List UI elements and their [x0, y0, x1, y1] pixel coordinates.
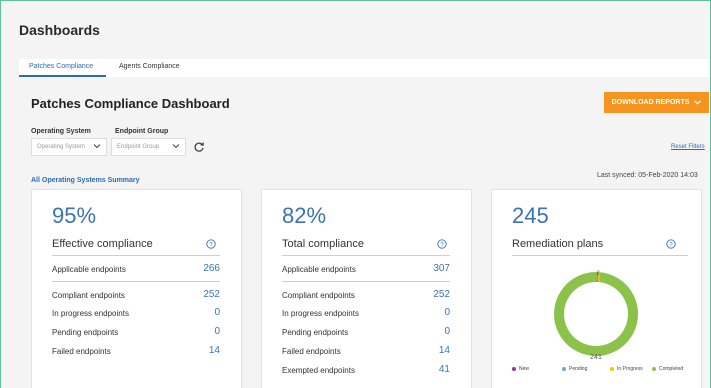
tab-agents-compliance[interactable]: Agents Compliance	[119, 63, 180, 70]
row-value: 14	[438, 345, 450, 356]
group-select[interactable]: Endpoint Group	[111, 138, 186, 156]
effective-compliance-value: 95%	[52, 203, 97, 228]
row-label: Exempted endpoints	[282, 366, 355, 375]
legend-dot-completed	[652, 366, 656, 371]
row-value: 41	[438, 364, 450, 375]
last-synced-text: Last synced: 05-Feb-2020 14:03	[597, 172, 698, 179]
legend-item-in-progress[interactable]: In Progress	[610, 366, 643, 372]
divider	[52, 255, 220, 256]
download-reports-label: DOWNLOAD REPORTS	[611, 99, 690, 106]
legend-item-new[interactable]: New	[512, 366, 529, 372]
header: Dashboards	[1, 1, 710, 59]
legend-dot-new	[512, 366, 516, 371]
donut-bottom-label: 241	[590, 354, 602, 361]
legend-label: Pending	[569, 366, 588, 372]
remediation-plans-title: Remediation plans	[512, 238, 604, 250]
page-title: Dashboards	[19, 22, 100, 38]
os-select-placeholder: Operating System	[37, 144, 86, 150]
dashboard-title: Patches Compliance Dashboard	[31, 96, 230, 111]
row-value: 252	[433, 289, 450, 300]
effective-compliance-card: 95% Effective compliance ? Applicable en…	[31, 189, 242, 388]
remediation-donut-chart: 2 241	[554, 271, 638, 361]
row-label: Applicable endpoints	[52, 265, 126, 274]
remediation-plans-value: 245	[512, 203, 549, 228]
app-frame: Dashboards Patches Compliance Agents Com…	[0, 0, 711, 388]
tab-bar: Patches Compliance Agents Compliance	[19, 59, 710, 77]
chevron-down-icon	[172, 144, 180, 149]
refresh-icon[interactable]	[193, 141, 205, 153]
row-label: Applicable endpoints	[282, 265, 356, 274]
row-label: Compliant endpoints	[52, 291, 125, 300]
divider	[52, 281, 220, 282]
total-compliance-card: 82% Total compliance ? Applicable endpoi…	[261, 189, 472, 388]
row-label: Compliant endpoints	[282, 291, 355, 300]
total-compliance-value: 82%	[282, 203, 327, 228]
row-label: Pending endpoints	[52, 328, 119, 337]
help-icon[interactable]: ?	[206, 239, 216, 249]
chevron-down-icon	[93, 144, 101, 149]
legend-item-pending[interactable]: Pending	[562, 366, 587, 372]
dashboard-content: Patches Compliance Dashboard DOWNLOAD RE…	[19, 81, 710, 388]
donut-legend: New Pending In Progress Completed	[512, 366, 692, 376]
legend-label: New	[519, 366, 530, 372]
all-os-summary-link[interactable]: All Operating Systems Summary	[31, 177, 140, 184]
row-value: 252	[203, 289, 220, 300]
row-label: Failed endpoints	[282, 347, 341, 356]
os-select[interactable]: Operating System	[31, 138, 107, 156]
tab-patches-compliance[interactable]: Patches Compliance	[29, 63, 93, 70]
row-value: 14	[208, 345, 220, 356]
legend-dot-pending	[562, 366, 566, 371]
group-select-placeholder: Endpoint Group	[117, 144, 160, 150]
divider	[282, 281, 450, 282]
row-value: 0	[214, 326, 220, 337]
legend-item-completed[interactable]: Completed	[652, 366, 683, 372]
row-label: Failed endpoints	[52, 347, 111, 356]
help-icon[interactable]: ?	[666, 239, 676, 249]
reset-filters-link[interactable]: Reset Filters	[671, 144, 705, 150]
legend-label: In Progress	[617, 366, 643, 372]
chevron-down-icon	[694, 100, 702, 105]
group-filter-label: Endpoint Group	[115, 128, 169, 135]
download-reports-button[interactable]: DOWNLOAD REPORTS	[604, 92, 709, 113]
row-value: 307	[433, 263, 450, 274]
row-label: In progress endpoints	[52, 309, 129, 318]
row-value: 0	[444, 326, 450, 337]
row-label: In progress endpoints	[282, 309, 359, 318]
active-tab-indicator	[19, 75, 106, 77]
remediation-plans-card: 245 Remediation plans ? 2 241 New Pendin…	[491, 189, 702, 388]
donut-slice-completed[interactable]	[554, 272, 638, 356]
row-value: 0	[214, 307, 220, 318]
row-label: Pending endpoints	[282, 328, 349, 337]
row-value: 0	[444, 307, 450, 318]
legend-label: Completed	[659, 366, 684, 372]
legend-dot-in-progress	[610, 366, 614, 371]
effective-compliance-title: Effective compliance	[52, 238, 153, 250]
total-compliance-title: Total compliance	[282, 238, 364, 250]
os-filter-label: Operating System	[31, 128, 91, 135]
help-icon[interactable]: ?	[437, 239, 447, 249]
row-value: 266	[203, 263, 220, 274]
divider	[282, 255, 450, 256]
